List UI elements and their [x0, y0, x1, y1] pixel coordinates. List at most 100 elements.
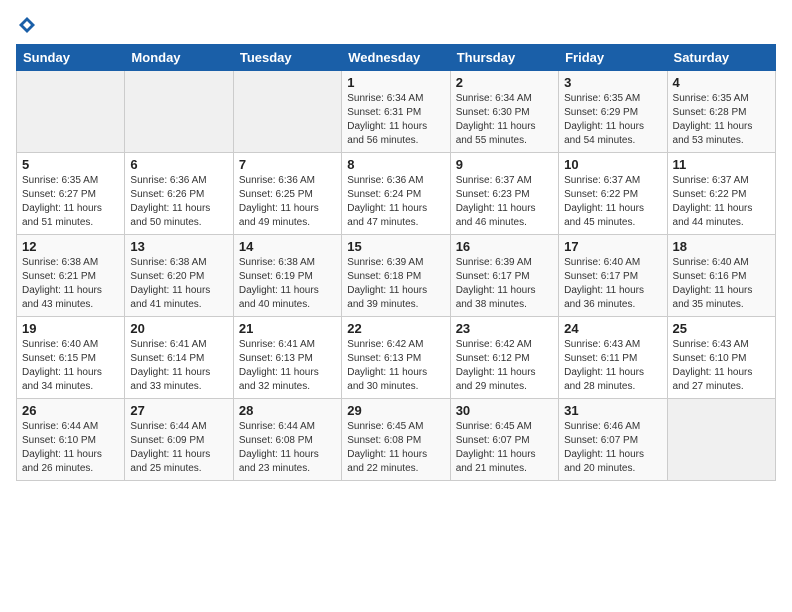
day-info: Sunrise: 6:42 AM Sunset: 6:12 PM Dayligh…	[456, 338, 553, 394]
day-info: Sunrise: 6:41 AM Sunset: 6:14 PM Dayligh…	[130, 338, 227, 394]
day-info: Sunrise: 6:34 AM Sunset: 6:31 PM Dayligh…	[347, 92, 444, 148]
calendar-cell: 6 Sunrise: 6:36 AM Sunset: 6:26 PM Daylig…	[125, 153, 233, 235]
logo-icon	[18, 16, 36, 34]
day-number: 24	[564, 321, 661, 336]
day-number: 9	[456, 157, 553, 172]
calendar-cell	[125, 71, 233, 153]
day-number: 4	[673, 75, 770, 90]
day-number: 12	[22, 239, 119, 254]
calendar-cell: 14 Sunrise: 6:38 AM Sunset: 6:19 PM Dayli…	[233, 235, 341, 317]
day-number: 25	[673, 321, 770, 336]
calendar-cell: 15 Sunrise: 6:39 AM Sunset: 6:18 PM Dayli…	[342, 235, 450, 317]
calendar-week-row: 12 Sunrise: 6:38 AM Sunset: 6:21 PM Dayli…	[17, 235, 776, 317]
calendar-cell	[233, 71, 341, 153]
calendar-week-row: 1 Sunrise: 6:34 AM Sunset: 6:31 PM Daylig…	[17, 71, 776, 153]
day-number: 19	[22, 321, 119, 336]
day-number: 1	[347, 75, 444, 90]
calendar-week-row: 5 Sunrise: 6:35 AM Sunset: 6:27 PM Daylig…	[17, 153, 776, 235]
calendar-cell: 7Sunrise: 6:36 AM Sunset: 6:25 PM Daylig…	[233, 153, 341, 235]
day-number: 2	[456, 75, 553, 90]
calendar-cell: 22 Sunrise: 6:42 AM Sunset: 6:13 PM Dayli…	[342, 317, 450, 399]
day-info: Sunrise: 6:40 AM Sunset: 6:17 PM Dayligh…	[564, 256, 661, 312]
day-header-sunday: Sunday	[17, 45, 125, 71]
calendar-cell: 4 Sunrise: 6:35 AM Sunset: 6:28 PM Daylig…	[667, 71, 775, 153]
day-header-saturday: Saturday	[667, 45, 775, 71]
day-info: Sunrise: 6:38 AM Sunset: 6:21 PM Dayligh…	[22, 256, 119, 312]
day-number: 13	[130, 239, 227, 254]
calendar-cell: 12 Sunrise: 6:38 AM Sunset: 6:21 PM Dayli…	[17, 235, 125, 317]
day-info: Sunrise: 6:37 AM Sunset: 6:23 PM Dayligh…	[456, 174, 553, 230]
calendar-cell: 29Sunrise: 6:45 AM Sunset: 6:08 PM Dayli…	[342, 399, 450, 481]
day-info: Sunrise: 6:41 AM Sunset: 6:13 PM Dayligh…	[239, 338, 336, 394]
calendar-cell: 5 Sunrise: 6:35 AM Sunset: 6:27 PM Daylig…	[17, 153, 125, 235]
day-number: 30	[456, 403, 553, 418]
day-info: Sunrise: 6:40 AM Sunset: 6:16 PM Dayligh…	[673, 256, 770, 312]
day-number: 18	[673, 239, 770, 254]
day-number: 29	[347, 403, 444, 418]
calendar-cell: 3 Sunrise: 6:35 AM Sunset: 6:29 PM Daylig…	[559, 71, 667, 153]
day-info: Sunrise: 6:35 AM Sunset: 6:28 PM Dayligh…	[673, 92, 770, 148]
day-header-thursday: Thursday	[450, 45, 558, 71]
calendar-cell: 27Sunrise: 6:44 AM Sunset: 6:09 PM Dayli…	[125, 399, 233, 481]
calendar-cell: 26Sunrise: 6:44 AM Sunset: 6:10 PM Dayli…	[17, 399, 125, 481]
day-info: Sunrise: 6:35 AM Sunset: 6:27 PM Dayligh…	[22, 174, 119, 230]
calendar-cell: 11 Sunrise: 6:37 AM Sunset: 6:22 PM Dayli…	[667, 153, 775, 235]
day-info: Sunrise: 6:43 AM Sunset: 6:10 PM Dayligh…	[673, 338, 770, 394]
day-number: 23	[456, 321, 553, 336]
day-info: Sunrise: 6:44 AM Sunset: 6:08 PM Dayligh…	[239, 420, 336, 476]
day-info: Sunrise: 6:43 AM Sunset: 6:11 PM Dayligh…	[564, 338, 661, 394]
day-info: Sunrise: 6:45 AM Sunset: 6:07 PM Dayligh…	[456, 420, 553, 476]
day-info: Sunrise: 6:42 AM Sunset: 6:13 PM Dayligh…	[347, 338, 444, 394]
day-number: 7	[239, 157, 336, 172]
calendar-cell: 18 Sunrise: 6:40 AM Sunset: 6:16 PM Dayli…	[667, 235, 775, 317]
day-info: Sunrise: 6:34 AM Sunset: 6:30 PM Dayligh…	[456, 92, 553, 148]
calendar-cell: 8Sunrise: 6:36 AM Sunset: 6:24 PM Daylig…	[342, 153, 450, 235]
calendar-cell: 31 Sunrise: 6:46 AM Sunset: 6:07 PM Dayli…	[559, 399, 667, 481]
calendar-cell: 21Sunrise: 6:41 AM Sunset: 6:13 PM Dayli…	[233, 317, 341, 399]
calendar-week-row: 26Sunrise: 6:44 AM Sunset: 6:10 PM Dayli…	[17, 399, 776, 481]
day-number: 6	[130, 157, 227, 172]
calendar-week-row: 19 Sunrise: 6:40 AM Sunset: 6:15 PM Dayli…	[17, 317, 776, 399]
calendar-cell: 16 Sunrise: 6:39 AM Sunset: 6:17 PM Dayli…	[450, 235, 558, 317]
calendar-cell: 9 Sunrise: 6:37 AM Sunset: 6:23 PM Daylig…	[450, 153, 558, 235]
day-number: 17	[564, 239, 661, 254]
day-number: 22	[347, 321, 444, 336]
day-info: Sunrise: 6:37 AM Sunset: 6:22 PM Dayligh…	[673, 174, 770, 230]
calendar-cell: 13 Sunrise: 6:38 AM Sunset: 6:20 PM Dayli…	[125, 235, 233, 317]
calendar-cell	[17, 71, 125, 153]
calendar-cell	[667, 399, 775, 481]
day-info: Sunrise: 6:46 AM Sunset: 6:07 PM Dayligh…	[564, 420, 661, 476]
day-info: Sunrise: 6:40 AM Sunset: 6:15 PM Dayligh…	[22, 338, 119, 394]
page-header	[16, 16, 776, 34]
calendar-table: SundayMondayTuesdayWednesdayThursdayFrid…	[16, 44, 776, 481]
calendar-cell: 25 Sunrise: 6:43 AM Sunset: 6:10 PM Dayli…	[667, 317, 775, 399]
day-info: Sunrise: 6:38 AM Sunset: 6:20 PM Dayligh…	[130, 256, 227, 312]
calendar-cell: 28 Sunrise: 6:44 AM Sunset: 6:08 PM Dayli…	[233, 399, 341, 481]
calendar-cell: 23 Sunrise: 6:42 AM Sunset: 6:12 PM Dayli…	[450, 317, 558, 399]
day-info: Sunrise: 6:39 AM Sunset: 6:17 PM Dayligh…	[456, 256, 553, 312]
logo	[16, 16, 36, 34]
calendar-cell: 24 Sunrise: 6:43 AM Sunset: 6:11 PM Dayli…	[559, 317, 667, 399]
day-number: 28	[239, 403, 336, 418]
day-info: Sunrise: 6:35 AM Sunset: 6:29 PM Dayligh…	[564, 92, 661, 148]
calendar-header-row: SundayMondayTuesdayWednesdayThursdayFrid…	[17, 45, 776, 71]
day-header-tuesday: Tuesday	[233, 45, 341, 71]
day-number: 20	[130, 321, 227, 336]
day-header-friday: Friday	[559, 45, 667, 71]
day-number: 10	[564, 157, 661, 172]
day-number: 3	[564, 75, 661, 90]
day-number: 16	[456, 239, 553, 254]
day-number: 5	[22, 157, 119, 172]
day-number: 15	[347, 239, 444, 254]
calendar-cell: 20 Sunrise: 6:41 AM Sunset: 6:14 PM Dayli…	[125, 317, 233, 399]
day-number: 31	[564, 403, 661, 418]
day-number: 14	[239, 239, 336, 254]
day-info: Sunrise: 6:36 AM Sunset: 6:26 PM Dayligh…	[130, 174, 227, 230]
day-info: Sunrise: 6:44 AM Sunset: 6:10 PM Dayligh…	[22, 420, 119, 476]
day-info: Sunrise: 6:36 AM Sunset: 6:24 PM Dayligh…	[347, 174, 444, 230]
day-header-monday: Monday	[125, 45, 233, 71]
day-info: Sunrise: 6:39 AM Sunset: 6:18 PM Dayligh…	[347, 256, 444, 312]
calendar-cell: 17 Sunrise: 6:40 AM Sunset: 6:17 PM Dayli…	[559, 235, 667, 317]
day-info: Sunrise: 6:38 AM Sunset: 6:19 PM Dayligh…	[239, 256, 336, 312]
day-number: 11	[673, 157, 770, 172]
